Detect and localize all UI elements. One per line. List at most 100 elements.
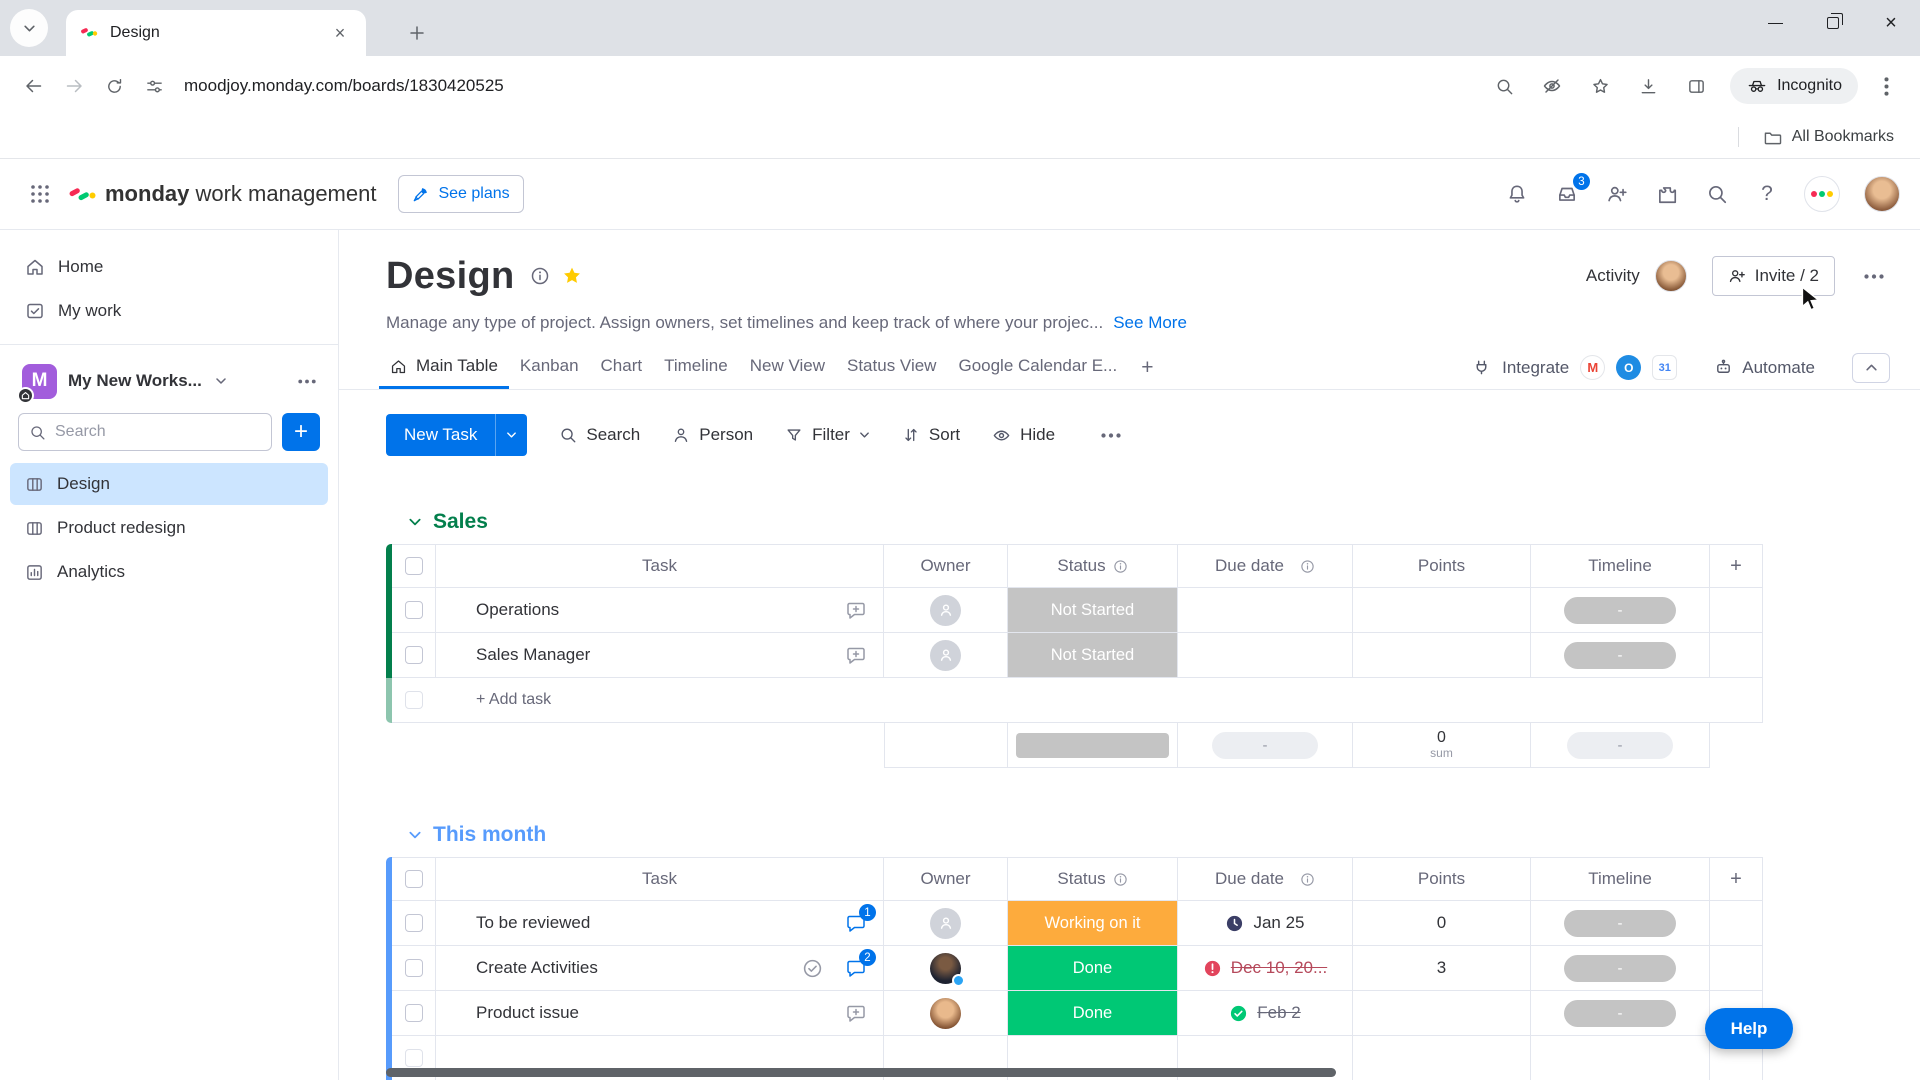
status-distribution-bar[interactable] <box>1016 732 1169 758</box>
add-task-row[interactable]: + Add task <box>386 678 1763 723</box>
tab-new-view[interactable]: New View <box>739 346 836 389</box>
forward-button[interactable] <box>54 66 94 106</box>
points-cell[interactable]: 3 <box>1353 946 1531 991</box>
column-owner[interactable]: Owner <box>884 544 1008 588</box>
window-restore-button[interactable] <box>1804 0 1862 46</box>
column-timeline[interactable]: Timeline <box>1531 857 1710 901</box>
toolbar-search-button[interactable]: Search <box>559 425 640 445</box>
browser-tab[interactable]: Design × <box>66 10 366 56</box>
help-icon[interactable]: ? <box>1754 181 1780 207</box>
timeline-pill[interactable]: - <box>1564 641 1676 669</box>
bookmark-star-icon[interactable] <box>1580 66 1620 106</box>
group-title[interactable]: Sales <box>433 510 488 534</box>
points-cell[interactable] <box>1353 991 1531 1036</box>
new-tab-button[interactable] <box>400 16 434 50</box>
tab-status-view[interactable]: Status View <box>836 346 947 389</box>
row-checkbox[interactable] <box>404 1004 423 1022</box>
notifications-bell-icon[interactable] <box>1504 181 1530 207</box>
sidebar-item-my-work[interactable]: My work <box>10 290 328 332</box>
points-cell[interactable] <box>1353 588 1531 633</box>
due-date-cell[interactable]: Dec 10, 20... <box>1178 946 1353 991</box>
sidebar-board-product-redesign[interactable]: Product redesign <box>10 507 328 549</box>
column-status[interactable]: Status <box>1008 544 1178 588</box>
invite-members-icon[interactable] <box>1604 181 1630 207</box>
task-cell[interactable]: To be reviewed 1 <box>436 901 884 946</box>
column-due-date[interactable]: Due date <box>1178 544 1353 588</box>
apps-grid-icon[interactable] <box>20 174 60 214</box>
toolbar-hide-button[interactable]: Hide <box>992 425 1055 445</box>
reload-button[interactable] <box>94 66 134 106</box>
see-more-link[interactable]: See More <box>1113 313 1187 333</box>
back-button[interactable] <box>14 66 54 106</box>
tab-google-calendar[interactable]: Google Calendar E... <box>947 346 1128 389</box>
due-date-cell[interactable]: Feb 2 <box>1178 991 1353 1036</box>
product-switcher-avatar[interactable] <box>1804 176 1840 212</box>
column-task[interactable]: Task <box>436 544 884 588</box>
board-info-icon[interactable] <box>530 266 550 286</box>
row-checkbox[interactable] <box>404 646 423 664</box>
address-bar[interactable]: moodjoy.monday.com/boards/1830420525 <box>184 76 1484 96</box>
new-task-dropdown-icon[interactable] <box>495 414 528 456</box>
column-task[interactable]: Task <box>436 857 884 901</box>
toolbar-sort-button[interactable]: Sort <box>902 425 960 445</box>
column-status[interactable]: Status <box>1008 857 1178 901</box>
new-task-button[interactable]: New Task <box>386 414 528 456</box>
group-collapse-icon[interactable] <box>408 830 422 840</box>
group-collapse-icon[interactable] <box>408 517 422 527</box>
select-all-checkbox[interactable] <box>404 557 423 575</box>
owner-avatar-empty[interactable] <box>930 639 961 671</box>
updates-bubble-icon[interactable]: 2 <box>845 949 876 979</box>
row-checkbox[interactable] <box>404 914 423 932</box>
task-cell[interactable]: Product issue <box>436 991 884 1036</box>
column-timeline[interactable]: Timeline <box>1531 544 1710 588</box>
inbox-icon[interactable]: 3 <box>1554 173 1590 207</box>
timeline-pill[interactable]: - <box>1564 999 1676 1027</box>
workspace-menu-icon[interactable] <box>298 379 316 384</box>
add-update-icon[interactable] <box>845 644 867 666</box>
owner-avatar-empty[interactable] <box>930 594 961 626</box>
see-plans-button[interactable]: See plans <box>398 175 524 213</box>
column-points[interactable]: Points <box>1353 544 1531 588</box>
apps-marketplace-icon[interactable] <box>1654 181 1680 207</box>
status-chip[interactable]: Done <box>1008 991 1177 1035</box>
row-checkbox[interactable] <box>404 601 423 619</box>
add-column-button[interactable]: + <box>1710 857 1763 901</box>
timeline-pill[interactable]: - <box>1564 909 1676 937</box>
browser-menu-icon[interactable] <box>1866 66 1906 106</box>
updates-bubble-icon[interactable]: 1 <box>845 904 876 934</box>
activity-avatar[interactable] <box>1654 260 1687 292</box>
sidebar-item-home[interactable]: Home <box>10 246 328 288</box>
owner-avatar[interactable] <box>930 952 965 987</box>
toolbar-more-icon[interactable] <box>1095 419 1127 451</box>
sidebar-search-input[interactable] <box>55 423 261 441</box>
add-column-button[interactable]: + <box>1710 544 1763 588</box>
download-icon[interactable] <box>1628 66 1668 106</box>
favorite-star-icon[interactable] <box>561 265 583 287</box>
due-date-cell[interactable]: Jan 25 <box>1178 901 1353 946</box>
add-view-button[interactable]: + <box>1128 346 1166 389</box>
add-update-icon[interactable] <box>845 1002 867 1024</box>
horizontal-scrollbar[interactable] <box>386 1068 1336 1077</box>
add-update-icon[interactable] <box>845 599 867 621</box>
owner-avatar[interactable] <box>930 997 961 1029</box>
column-points[interactable]: Points <box>1353 857 1531 901</box>
status-chip[interactable]: Working on it <box>1008 901 1177 945</box>
status-chip[interactable]: Not Started <box>1008 633 1177 677</box>
toolbar-person-button[interactable]: Person <box>672 425 753 445</box>
points-cell[interactable] <box>1353 633 1531 678</box>
column-owner[interactable]: Owner <box>884 857 1008 901</box>
monday-logo[interactable]: monday work management <box>68 181 376 207</box>
task-cell[interactable]: Operations <box>436 588 884 633</box>
site-settings-icon[interactable] <box>134 66 174 106</box>
search-icon[interactable] <box>1704 181 1730 207</box>
row-checkbox[interactable] <box>404 959 423 977</box>
tab-chart[interactable]: Chart <box>590 346 654 389</box>
integrate-label[interactable]: Integrate <box>1502 358 1569 378</box>
activity-label[interactable]: Activity <box>1586 266 1640 286</box>
zoom-icon[interactable] <box>1484 66 1524 106</box>
preview-off-icon[interactable] <box>1532 66 1572 106</box>
help-button[interactable]: Help <box>1705 1008 1793 1049</box>
tab-kanban[interactable]: Kanban <box>509 346 590 389</box>
tab-main-table[interactable]: Main Table <box>379 346 509 389</box>
board-menu-icon[interactable] <box>1858 260 1890 292</box>
